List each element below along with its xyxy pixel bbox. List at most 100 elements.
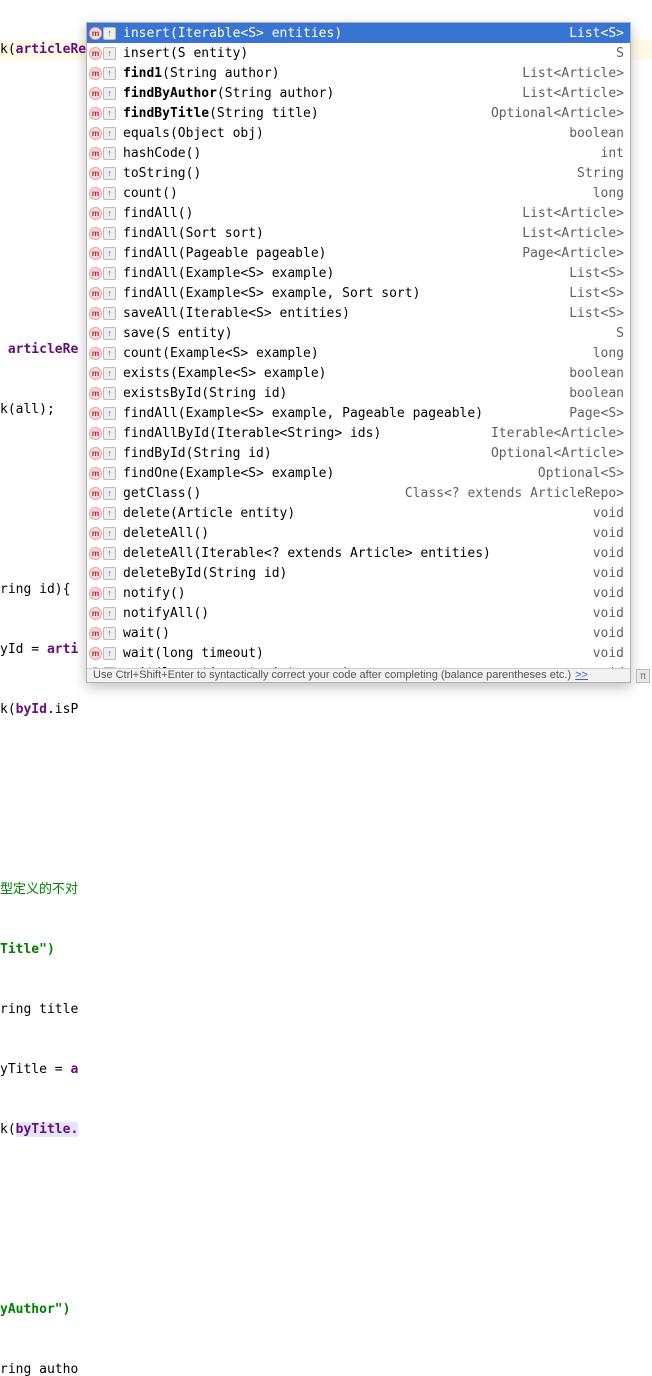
suggestion-return-type: long bbox=[593, 186, 624, 201]
editor-line[interactable] bbox=[0, 1240, 652, 1260]
suggestion-item[interactable]: m↑getClass()Class<? extends ArticleRepo> bbox=[87, 483, 630, 503]
suggestion-signature: findAllById(Iterable<String> ids) bbox=[123, 426, 483, 441]
suggestion-item[interactable]: m↑find1(String author)List<Article> bbox=[87, 63, 630, 83]
method-icon: m↑ bbox=[89, 307, 119, 320]
method-icon: m↑ bbox=[89, 127, 119, 140]
method-icon: m↑ bbox=[89, 527, 119, 540]
suggestion-item[interactable]: m↑deleteAll(Iterable<? extends Article> … bbox=[87, 543, 630, 563]
editor-line[interactable]: k(byTitle. bbox=[0, 1120, 652, 1140]
suggestion-item[interactable]: m↑ saveAll(Iterable<S> entities) List<S> bbox=[87, 303, 630, 323]
suggestion-signature: equals(Object obj) bbox=[123, 126, 561, 141]
suggestion-item[interactable]: m↑findAll(Pageable pageable)Page<Article… bbox=[87, 243, 630, 263]
editor-line[interactable]: yAuthor") bbox=[0, 1300, 652, 1320]
editor-line[interactable] bbox=[0, 1180, 652, 1200]
suggestion-item[interactable]: m↑insert(S entity)S bbox=[87, 43, 630, 63]
suggestion-signature: insert(S entity) bbox=[123, 46, 608, 61]
suggestion-item[interactable]: m↑wait()void bbox=[87, 623, 630, 643]
suggestion-list[interactable]: m↑insert(Iterable<S> entities)List<S>m↑i… bbox=[87, 23, 630, 668]
suggestion-item[interactable]: m↑findAll(Example<S> example, Sort sort)… bbox=[87, 283, 630, 303]
method-icon: m↑ bbox=[89, 607, 119, 620]
suggestion-signature: delete(Article entity) bbox=[123, 506, 585, 521]
suggestion-return-type: void bbox=[593, 666, 624, 669]
suggestion-return-type: S bbox=[616, 326, 624, 341]
autocomplete-popup[interactable]: m↑insert(Iterable<S> entities)List<S>m↑i… bbox=[86, 22, 631, 683]
suggestion-item[interactable]: m↑toString()String bbox=[87, 163, 630, 183]
suggestion-return-type: List<S> bbox=[569, 26, 624, 41]
method-icon: m↑ bbox=[89, 287, 119, 300]
suggestion-return-type: Iterable<Article> bbox=[491, 426, 624, 441]
suggestion-item[interactable]: m↑findByAuthor(String author)List<Articl… bbox=[87, 83, 630, 103]
suggestion-return-type: List<Article> bbox=[522, 226, 624, 241]
suggestion-signature: exists(Example<S> example) bbox=[123, 366, 561, 381]
editor-line[interactable]: ring autho bbox=[0, 1360, 652, 1376]
suggestion-signature: count(Example<S> example) bbox=[123, 346, 585, 361]
editor-line[interactable] bbox=[0, 760, 652, 780]
suggestion-signature: existsById(String id) bbox=[123, 386, 561, 401]
suggestion-signature: save(S entity) bbox=[123, 326, 608, 341]
suggestion-item[interactable]: m↑findAll()List<Article> bbox=[87, 203, 630, 223]
suggestion-item[interactable]: m↑wait(long timeout)void bbox=[87, 643, 630, 663]
hint-text: Use Ctrl+Shift+Enter to syntactically co… bbox=[93, 669, 571, 681]
suggestion-item[interactable]: m↑wait(long timeout, int nanos)void bbox=[87, 663, 630, 668]
suggestion-item[interactable]: m↑insert(Iterable<S> entities)List<S> bbox=[87, 23, 630, 43]
suggestion-signature: getClass() bbox=[123, 486, 397, 501]
suggestion-return-type: void bbox=[593, 646, 624, 661]
suggestion-item[interactable]: m↑findOne(Example<S> example)Optional<S> bbox=[87, 463, 630, 483]
suggestion-signature: notify() bbox=[123, 586, 585, 601]
method-icon: m↑ bbox=[89, 27, 119, 40]
method-icon: m↑ bbox=[89, 267, 119, 280]
suggestion-return-type: List<Article> bbox=[522, 206, 624, 221]
suggestion-return-type: void bbox=[593, 566, 624, 581]
suggestion-signature: findAll(Example<S> example) bbox=[123, 266, 561, 281]
method-icon: m↑ bbox=[89, 447, 119, 460]
suggestion-item[interactable]: m↑findAll(Sort sort)List<Article> bbox=[87, 223, 630, 243]
suggestion-item[interactable]: m↑notify()void bbox=[87, 583, 630, 603]
editor-line[interactable]: ring title bbox=[0, 1000, 652, 1020]
suggestion-item[interactable]: m↑equals(Object obj)boolean bbox=[87, 123, 630, 143]
suggestion-signature: deleteAll(Iterable<? extends Article> en… bbox=[123, 546, 585, 561]
suggestion-item[interactable]: m↑deleteAll()void bbox=[87, 523, 630, 543]
suggestion-item[interactable]: m↑save(S entity)S bbox=[87, 323, 630, 343]
suggestion-signature: findByAuthor(String author) bbox=[123, 86, 514, 101]
suggestion-signature: notifyAll() bbox=[123, 606, 585, 621]
suggestion-item[interactable]: m↑findById(String id)Optional<Article> bbox=[87, 443, 630, 463]
editor-line[interactable] bbox=[0, 820, 652, 840]
editor-line[interactable]: Title") bbox=[0, 940, 652, 960]
editor-line[interactable]: k(byId.isP bbox=[0, 700, 652, 720]
suggestion-return-type: Optional<Article> bbox=[491, 106, 624, 121]
suggestion-item[interactable]: m↑ existsById(String id) boolean bbox=[87, 383, 630, 403]
suggestion-item[interactable]: m↑notifyAll()void bbox=[87, 603, 630, 623]
suggestion-signature: hashCode() bbox=[123, 146, 593, 161]
method-icon: m↑ bbox=[89, 647, 119, 660]
suggestion-item[interactable]: m↑findAll(Example<S> example, Pageable p… bbox=[87, 403, 630, 423]
editor-line[interactable]: 型定义的不对 bbox=[0, 880, 652, 900]
suggestion-signature: saveAll(Iterable<S> entities) bbox=[123, 306, 561, 321]
method-icon: m↑ bbox=[89, 67, 119, 80]
suggestion-return-type: boolean bbox=[569, 386, 624, 401]
suggestion-item[interactable]: m↑exists(Example<S> example)boolean bbox=[87, 363, 630, 383]
suggestion-item[interactable]: m↑delete(Article entity)void bbox=[87, 503, 630, 523]
method-icon: m↑ bbox=[89, 187, 119, 200]
editor-line[interactable]: yTitle = a bbox=[0, 1060, 652, 1080]
suggestion-signature: count() bbox=[123, 186, 585, 201]
suggestion-item[interactable]: m↑ findAll(Example<S> example) List<S> bbox=[87, 263, 630, 283]
suggestion-item[interactable]: m↑count(Example<S> example)long bbox=[87, 343, 630, 363]
suggestion-item[interactable]: m↑hashCode()int bbox=[87, 143, 630, 163]
suggestion-return-type: void bbox=[593, 546, 624, 561]
method-icon: m↑ bbox=[89, 247, 119, 260]
method-icon: m↑ bbox=[89, 387, 119, 400]
suggestion-return-type: List<S> bbox=[569, 306, 624, 321]
method-icon: m↑ bbox=[89, 627, 119, 640]
pi-icon[interactable]: π bbox=[636, 669, 650, 683]
suggestion-item[interactable]: m↑ count() long bbox=[87, 183, 630, 203]
suggestion-return-type: List<S> bbox=[569, 286, 624, 301]
method-icon: m↑ bbox=[89, 667, 119, 669]
suggestion-item[interactable]: m↑deleteById(String id)void bbox=[87, 563, 630, 583]
suggestion-signature: findById(String id) bbox=[123, 446, 483, 461]
method-icon: m↑ bbox=[89, 367, 119, 380]
suggestion-item[interactable]: m↑findByTitle(String title)Optional<Arti… bbox=[87, 103, 630, 123]
suggestion-return-type: List<S> bbox=[569, 266, 624, 281]
hint-link[interactable]: >> bbox=[575, 669, 588, 681]
method-icon: m↑ bbox=[89, 347, 119, 360]
suggestion-item[interactable]: m↑findAllById(Iterable<String> ids)Itera… bbox=[87, 423, 630, 443]
